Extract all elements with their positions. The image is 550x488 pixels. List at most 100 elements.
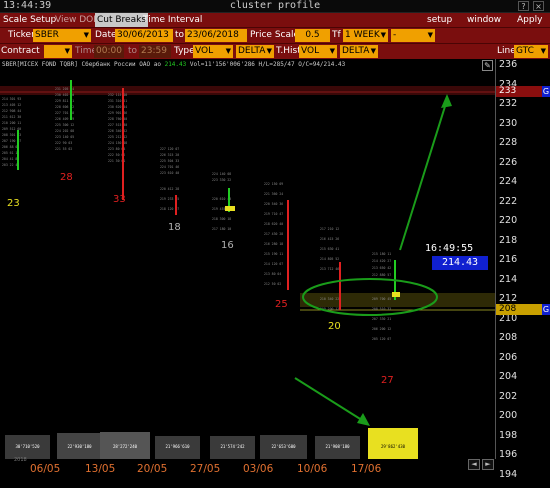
yellow-level-g-label: G: [542, 304, 550, 315]
cluster-column-7: 217 210 12 216 415 26 215 630 41 214 805 52…: [320, 227, 339, 311]
price-tick-228: 228: [499, 137, 518, 148]
svg-text:226 315 20: 226 315 20: [160, 153, 179, 157]
svg-text:214 120 07: 214 120 07: [264, 262, 283, 266]
red-level-band: [0, 86, 495, 95]
svg-text:206 88 02: 206 88 02: [2, 145, 19, 149]
svg-text:222 150 09: 222 150 09: [264, 182, 283, 186]
svg-text:212 908 44: 212 908 44: [2, 109, 21, 113]
date-label-7: 17/06: [351, 463, 382, 475]
scroll-left-icon[interactable]: ◄: [468, 459, 480, 470]
svg-text:222 90 03: 222 90 03: [55, 141, 72, 145]
price-tick-198: 198: [499, 429, 518, 441]
svg-text:217 210 12: 217 210 12: [320, 227, 339, 231]
svg-text:225 212 12: 225 212 12: [108, 135, 127, 139]
red-level-marker: 233: [496, 86, 542, 97]
svg-text:223 330 22: 223 330 22: [212, 178, 231, 182]
svg-text:213 80 04: 213 80 04: [264, 272, 281, 276]
svg-text:208 510 33: 208 510 33: [372, 307, 391, 311]
svg-text:224 150 08: 224 150 08: [108, 141, 127, 145]
svg-text:210 340 22: 210 340 22: [320, 297, 339, 301]
price-tick-200: 200: [499, 410, 518, 421]
chart-info-price: 214.43: [164, 61, 187, 68]
svg-text:203 22 4: 203 22 4: [2, 163, 17, 167]
cluster-count-1: 23: [7, 198, 20, 209]
svg-text:211 612 30: 211 612 30: [2, 115, 21, 119]
price-tick-220: 220: [499, 215, 518, 226]
svg-text:215 190 11: 215 190 11: [264, 252, 283, 256]
svg-text:205 120 07: 205 120 07: [372, 337, 391, 341]
svg-text:209 700 45: 209 700 45: [372, 297, 391, 301]
poc-mark-2: [392, 292, 400, 297]
date-label-1: 06/05: [30, 463, 61, 475]
cluster-count-6: 25: [275, 299, 288, 310]
annotation-arrow-up: [399, 99, 448, 251]
svg-text:217 180 10: 217 180 10: [212, 227, 231, 231]
svg-text:218 620 40: 218 620 40: [264, 222, 283, 226]
svg-text:225 300 12: 225 300 12: [55, 123, 74, 127]
scroll-right-icon[interactable]: ►: [482, 459, 494, 470]
annotation-arrow-down: [294, 377, 366, 423]
price-tick-224: 224: [499, 176, 518, 187]
red-level-g-label: G: [542, 86, 550, 97]
cluster-count-7: 20: [328, 321, 341, 332]
svg-text:220 412 28: 220 412 28: [160, 187, 179, 191]
price-tick-194: 194: [499, 468, 518, 480]
price-tick-208: 208: [499, 332, 518, 343]
cluster-count-3: 33: [113, 194, 126, 205]
svg-text:204 41 8: 204 41 8: [2, 157, 17, 161]
price-tick-232: 232: [499, 98, 518, 109]
cluster-count-4: 18: [168, 222, 181, 233]
last-price-badge: 214.43: [432, 256, 488, 270]
chart-info: SBER[MICEX FOND TQBR] Сбербанк России ОА…: [2, 61, 346, 68]
svg-text:216 280 18: 216 280 18: [264, 242, 283, 246]
live-time: 16:49:55: [425, 243, 474, 254]
cluster-count-8: 27: [381, 375, 394, 386]
svg-text:223 140 05: 223 140 05: [55, 135, 74, 139]
cluster-column-3: 232 115 08 231 310 21 230 620 44 229 901 66…: [108, 93, 127, 163]
svg-text:231 310 21: 231 310 21: [108, 99, 127, 103]
svg-text:212 50 02: 212 50 02: [264, 282, 281, 286]
date-label-3: 20/05: [137, 463, 168, 475]
price-tick-202: 202: [499, 390, 518, 402]
svg-text:206 200 12: 206 200 12: [372, 327, 391, 331]
svg-text:207 330 21: 207 330 21: [372, 317, 391, 321]
svg-text:218 300 18: 218 300 18: [212, 217, 231, 221]
svg-text:213 650 42: 213 650 42: [372, 266, 391, 270]
svg-text:220 540 36: 220 540 36: [264, 202, 283, 206]
svg-text:230 620 44: 230 620 44: [108, 105, 127, 109]
cluster-column-6: 222 150 09 221 360 24 220 540 36 219 710 47…: [264, 182, 283, 286]
poc-mark-1: [225, 206, 235, 211]
price-tick-216: 216: [499, 254, 518, 265]
price-tick-222: 222: [499, 195, 518, 207]
svg-text:229 901 66: 229 901 66: [108, 111, 127, 115]
svg-text:215 630 41: 215 630 41: [320, 247, 339, 251]
date-label-2: 13/05: [85, 463, 116, 475]
price-tick-206: 206: [499, 351, 518, 363]
price-tick-236: 236: [499, 59, 518, 70]
price-tick-196: 196: [499, 449, 518, 460]
yellow-level-marker: 208: [496, 304, 542, 315]
svg-text:226 340 22: 226 340 22: [108, 129, 127, 133]
year-label: 2018: [14, 457, 27, 463]
svg-text:205 61 12: 205 61 12: [2, 151, 19, 155]
price-tick-218: 218: [499, 234, 518, 246]
svg-text:217 430 28: 217 430 28: [264, 232, 283, 236]
pencil-icon[interactable]: ✎: [482, 60, 493, 71]
svg-text:216 415 26: 216 415 26: [320, 237, 339, 241]
svg-text:213 712 46: 213 712 46: [320, 267, 339, 271]
svg-text:212 880 57: 212 880 57: [372, 273, 391, 277]
annotation-arrowhead-down: [357, 413, 370, 426]
svg-text:214 805 52: 214 805 52: [320, 257, 339, 261]
svg-text:224 202 08: 224 202 08: [55, 129, 74, 133]
date-label-4: 27/05: [190, 463, 221, 475]
price-tick-230: 230: [499, 117, 518, 129]
svg-text:215 180 11: 215 180 11: [372, 252, 391, 256]
svg-text:227 515 30: 227 515 30: [108, 123, 127, 127]
price-tick-212: 212: [499, 293, 518, 304]
candles: [17, 80, 396, 310]
cluster-count-5: 16: [221, 240, 234, 251]
svg-text:210 200 11: 210 200 11: [2, 121, 21, 125]
date-label-5: 03/06: [243, 463, 274, 475]
annotation-arrowhead-up: [441, 94, 452, 108]
svg-text:221 55 02: 221 55 02: [55, 147, 72, 151]
